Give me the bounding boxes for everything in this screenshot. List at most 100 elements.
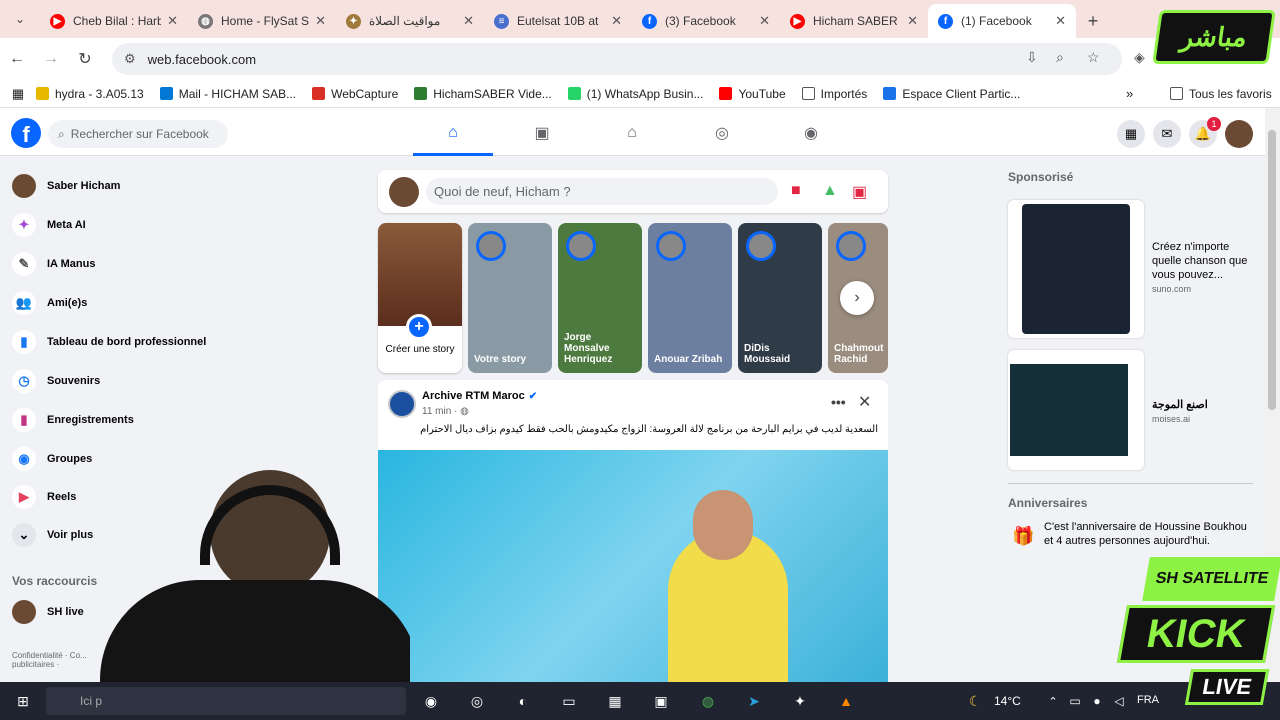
live-video-icon[interactable]: ■: [791, 182, 801, 200]
sidebar-item[interactable]: 👥 Ami(e)s: [12, 291, 87, 315]
post-composer: Quoi de neuf, Hicham ? ■ ▲ ▣: [378, 170, 888, 213]
bookmark-label: (1) WhatsApp Busin...: [586, 86, 704, 101]
sidebar-item-label: Meta AI: [47, 219, 86, 231]
story-card[interactable]: Jorge Monsalve Henriquez: [558, 223, 642, 373]
video-icon[interactable]: ▣: [522, 120, 562, 146]
telegram-icon[interactable]: ➤: [743, 690, 765, 712]
calculator-icon[interactable]: ▦: [604, 690, 626, 712]
marketplace-icon[interactable]: ⌂: [612, 120, 652, 146]
taskbar-app-icon[interactable]: ▣: [650, 690, 672, 712]
close-icon[interactable]: ✕: [907, 13, 918, 29]
groups-icon: ◉: [12, 447, 36, 471]
bookmark-item[interactable]: Espace Client Partic...: [883, 87, 1020, 101]
chevron-up-icon[interactable]: ⌃: [1042, 690, 1064, 712]
apps-icon[interactable]: ▦: [0, 86, 36, 102]
messenger-icon[interactable]: ✉: [1153, 120, 1181, 148]
new-tab-button[interactable]: +: [1076, 4, 1110, 38]
story-card[interactable]: DiDis Moussaid: [738, 223, 822, 373]
taskbar-app-icon[interactable]: ◉: [420, 690, 442, 712]
taskbar-app-icon[interactable]: ▭: [558, 690, 580, 712]
vlc-icon[interactable]: ▲: [835, 690, 857, 712]
sidebar-item[interactable]: ▮ Tableau de bord professionnel: [12, 330, 206, 354]
facebook-search-input[interactable]: ⌕ Rechercher sur Facebook: [48, 120, 228, 148]
bookmark-item[interactable]: Importés: [801, 87, 867, 101]
bookmark-item[interactable]: YouTube: [719, 87, 786, 101]
photo-icon[interactable]: ▲: [822, 182, 838, 200]
ad-suno[interactable]: Créez n'importe quelle chanson que vous …: [1008, 200, 1258, 338]
stories-row: + Créer une story Votre story Jorge Monsalv…: [378, 223, 888, 373]
sidebar-item[interactable]: ◷ Souvenirs: [12, 369, 100, 393]
close-icon[interactable]: ✕: [463, 13, 474, 29]
close-icon[interactable]: ✕: [1055, 13, 1066, 29]
sidebar-item[interactable]: ▮ Enregistrements: [12, 408, 134, 432]
sidebar-item[interactable]: Saber Hicham: [12, 174, 120, 198]
close-icon[interactable]: ✕: [759, 13, 770, 29]
groups-nav-icon[interactable]: ◎: [702, 120, 742, 146]
browser-tab[interactable]: ◍ Home - FlySat S ✕: [188, 4, 336, 38]
avatar[interactable]: [388, 390, 416, 418]
ad-moises[interactable]: اصنع الموجة moises.ai: [1008, 350, 1258, 470]
all-bookmarks-button[interactable]: Tous les favoris: [1170, 87, 1272, 101]
close-icon[interactable]: ✕: [167, 13, 178, 29]
post-image[interactable]: [378, 450, 888, 690]
close-icon[interactable]: ✕: [611, 13, 622, 29]
post-author[interactable]: Archive RTM Maroc ✔: [422, 390, 537, 402]
sidebar-item[interactable]: ✦ Meta AI: [12, 213, 86, 237]
home-icon[interactable]: ⌂: [433, 120, 473, 146]
browser-tab[interactable]: f (1) Facebook ✕: [928, 4, 1076, 38]
windows-start-icon[interactable]: ⊞: [12, 690, 34, 712]
bookmark-item[interactable]: WebCapture: [312, 87, 398, 101]
browser-tab[interactable]: ≡ Eutelsat 10B at ✕: [484, 4, 632, 38]
bookmark-item[interactable]: HichamSABER Vide...: [414, 87, 552, 101]
post-time: 11 min · ◍: [422, 406, 469, 417]
avatar: [378, 223, 462, 326]
avatar: [656, 231, 686, 261]
bookmark-item[interactable]: (1) WhatsApp Busin...: [567, 86, 704, 101]
post-time-label: 11 min ·: [422, 406, 458, 417]
story-card[interactable]: Anouar Zribah: [648, 223, 732, 373]
tab-search-dropdown[interactable]: ⌄: [0, 0, 40, 38]
install-icon[interactable]: ⇩: [1026, 49, 1038, 66]
zoom-icon[interactable]: ⌕: [1056, 49, 1064, 66]
url-field[interactable]: ⚙ web.facebook.com: [112, 43, 1122, 75]
sidebar-item[interactable]: ◉ Groupes: [12, 447, 92, 471]
friends-icon: 👥: [12, 291, 36, 315]
network-icon[interactable]: ▭: [1064, 690, 1086, 712]
bookmark-item[interactable]: Mail - HICHAM SAB...: [159, 87, 296, 101]
back-icon[interactable]: ←: [0, 50, 34, 68]
browser-tab[interactable]: ▶ Hicham SABER ✕: [780, 4, 928, 38]
more-bookmarks-icon[interactable]: »: [1126, 86, 1133, 101]
chrome-icon[interactable]: ◍: [697, 690, 719, 712]
story-card[interactable]: Votre story: [468, 223, 552, 373]
create-story-card[interactable]: + Créer une story: [378, 223, 462, 373]
reload-icon[interactable]: ↻: [68, 49, 102, 69]
more-options-icon[interactable]: •••: [831, 394, 846, 410]
mic-icon[interactable]: ●: [1086, 690, 1108, 712]
close-icon[interactable]: ✕: [315, 13, 326, 29]
composer-input[interactable]: Quoi de neuf, Hicham ?: [426, 178, 778, 205]
stories-next-icon[interactable]: ›: [840, 281, 874, 315]
reel-icon[interactable]: ▣: [852, 182, 867, 202]
scrollbar-thumb[interactable]: [1268, 130, 1276, 410]
gaming-icon[interactable]: ◉: [791, 120, 831, 146]
ad-text: Créez n'importe quelle chanson que vous …: [1152, 241, 1248, 281]
close-icon[interactable]: ✕: [858, 392, 871, 412]
taskbar-app-icon[interactable]: ◐: [512, 690, 534, 712]
browser-tab[interactable]: ✦ مواقيت الصلاة ✕: [336, 4, 484, 38]
bookmark-icon: [414, 87, 428, 100]
browser-tab[interactable]: f (3) Facebook ✕: [632, 4, 780, 38]
facebook-logo[interactable]: f: [11, 118, 41, 148]
taskbar-search[interactable]: Ici p: [46, 687, 406, 715]
birthday-text[interactable]: C'est l'anniversaire de Houssine Boukhou…: [1044, 520, 1259, 548]
extensions-icon[interactable]: ◈: [1134, 49, 1145, 66]
taskbar-app-icon[interactable]: ✦: [789, 690, 811, 712]
taskbar-app-icon[interactable]: ◎: [466, 690, 488, 712]
forward-icon[interactable]: →: [34, 50, 68, 68]
site-info-icon[interactable]: ⚙: [124, 51, 136, 67]
browser-tab[interactable]: ▶ Cheb Bilal : Harb ✕: [40, 4, 188, 38]
sidebar-item[interactable]: ✎ IA Manus: [12, 252, 96, 276]
menu-grid-icon[interactable]: ▦: [1117, 120, 1145, 148]
star-icon[interactable]: ☆: [1087, 49, 1100, 66]
bookmark-item[interactable]: hydra - 3.A05.13: [36, 87, 144, 101]
profile-avatar[interactable]: [1225, 120, 1253, 148]
